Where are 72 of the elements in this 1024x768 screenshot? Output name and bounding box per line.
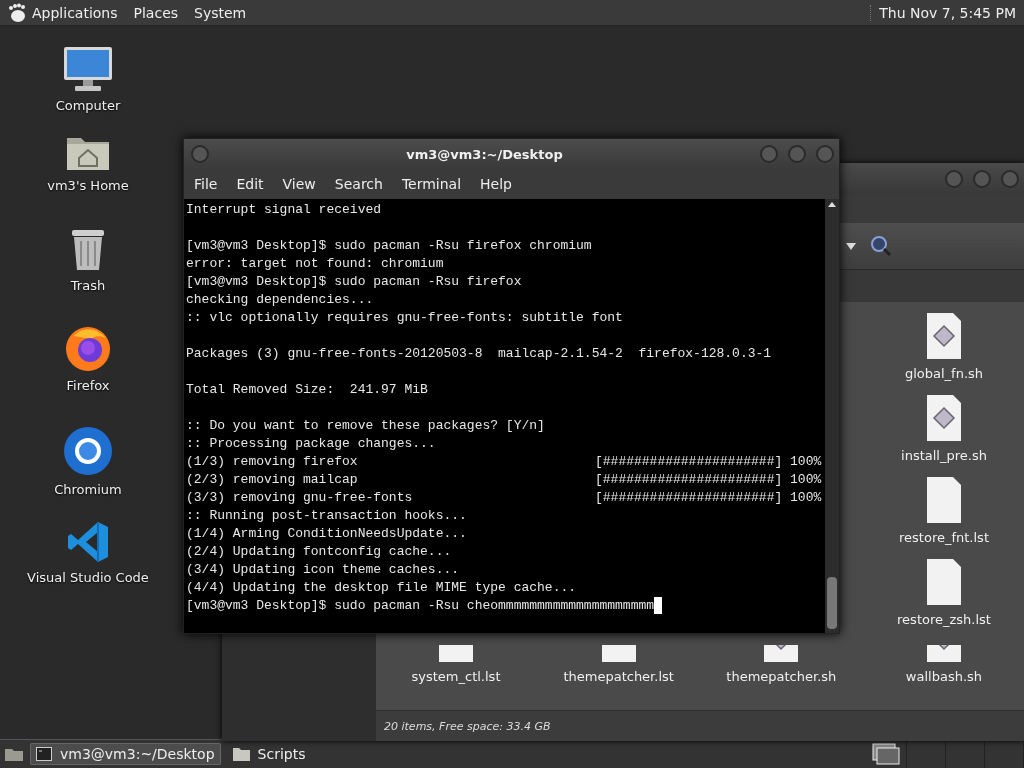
terminal-line: Interrupt signal received <box>186 201 382 219</box>
terminal-line: :: Do you want to remove these packages? [Y/n] <box>186 417 545 435</box>
file-name[interactable]: install_pre.sh <box>901 448 987 463</box>
desktop-icon-label[interactable]: Visual Studio Code <box>27 570 149 585</box>
workspace-switcher-icon[interactable] <box>872 743 900 765</box>
file-name[interactable]: restore_zsh.lst <box>897 612 991 627</box>
menu-item[interactable]: Help <box>480 176 512 192</box>
terminal-prompt-line[interactable]: [vm3@vm3 Desktop]$ sudo pacman -Rsu cheommmmmmmmmmmmmmmmmmmm <box>186 597 655 615</box>
menu-item[interactable]: View <box>282 176 316 192</box>
script-file-icon[interactable] <box>762 645 801 663</box>
desktop-icon-label[interactable]: Chromium <box>54 482 122 497</box>
terminal-line: (4/4) Updating the desktop file MIME type cache... <box>186 579 577 597</box>
progress-bar-text: [######################] 100% <box>595 471 822 489</box>
file-name[interactable]: system_ctl.lst <box>411 669 501 684</box>
menu-item[interactable]: Search <box>334 176 383 192</box>
terminal-line: Total Removed Size: 241.97 MiB <box>186 381 428 399</box>
terminal-line: checking dependencies... <box>186 291 374 309</box>
script-file-icon[interactable] <box>924 645 963 663</box>
file-name[interactable]: themepatcher.lst <box>563 669 674 684</box>
terminal-line: :: Running post-transaction hooks... <box>186 507 467 525</box>
desktop-icon-label[interactable]: vm3's Home <box>47 178 129 193</box>
chromium-logo-icon[interactable] <box>63 426 113 476</box>
panel-menu[interactable]: System <box>194 4 247 21</box>
text-file-icon[interactable] <box>925 558 963 606</box>
script-file-icon[interactable] <box>925 312 963 360</box>
file-name[interactable]: themepatcher.sh <box>726 669 837 684</box>
text-file-icon[interactable] <box>599 645 638 663</box>
code-editor-logo-icon[interactable] <box>66 520 110 564</box>
foot-logo-icon[interactable] <box>8 2 26 23</box>
file-name[interactable]: restore_fnt.lst <box>899 530 989 545</box>
terminal-line: [vm3@vm3 Desktop]$ sudo pacman -Rsu firefox chromium <box>186 237 592 255</box>
firefox-logo-icon[interactable] <box>64 324 112 372</box>
computer-monitor-icon[interactable] <box>63 46 113 92</box>
terminal-line: (3/3) removing gnu-free-fonts <box>186 489 414 507</box>
desktop-icon-label[interactable]: Firefox <box>66 378 110 393</box>
terminal-line: (3/4) Updating icon theme caches... <box>186 561 460 579</box>
menu-item[interactable]: File <box>194 176 218 192</box>
search-icon[interactable] <box>870 235 892 257</box>
desktop-icon-label[interactable]: Computer <box>55 98 121 113</box>
terminal-icon <box>36 747 52 761</box>
panel-menu[interactable]: Applications <box>32 4 118 21</box>
progress-bar-text: [######################] 100% <box>595 453 822 471</box>
terminal-line: (2/3) removing mailcap <box>186 471 359 489</box>
text-file-icon[interactable] <box>437 645 475 663</box>
file-name[interactable]: wallbash.sh <box>905 669 983 684</box>
folder-icon <box>232 747 250 761</box>
status-text: 20 items, Free space: 33.4 GB <box>384 719 551 733</box>
panel-clock[interactable]: Thu Nov 7, 5:45 PM <box>870 4 1016 21</box>
terminal-line: (1/4) Arming ConditionNeedsUpdate... <box>186 525 467 543</box>
script-file-icon[interactable] <box>925 394 963 442</box>
terminal-line: error: target not found: chromium <box>186 255 444 273</box>
terminal-line: :: vlc optionally requires gnu-free-fonts: subtitle font <box>186 309 623 327</box>
scrollbar[interactable] <box>825 199 839 633</box>
menu-item[interactable]: Edit <box>236 176 264 192</box>
show-desktop-icon[interactable] <box>4 746 24 762</box>
text-file-icon[interactable] <box>925 476 963 524</box>
menu-item[interactable]: Terminal <box>401 176 462 192</box>
terminal-line: (2/4) Updating fontconfig cache... <box>186 543 452 561</box>
desktop-icon-label[interactable]: Trash <box>70 278 106 293</box>
terminal-line: Packages (3) gnu-free-fonts-20120503-8 mailcap-2.1.54-2 firefox-128.0.3-1 <box>186 345 772 363</box>
terminal-line: :: Processing package changes... <box>186 435 436 453</box>
dropdown-caret-icon[interactable] <box>846 242 856 250</box>
taskbar-button[interactable]: Scripts <box>226 743 312 765</box>
terminal-line: (1/3) removing firefox <box>186 453 359 471</box>
file-name[interactable]: global_fn.sh <box>904 366 984 381</box>
taskbar-button[interactable]: vm3@vm3:~/Desktop <box>30 743 221 765</box>
progress-bar-text: [######################] 100% <box>595 489 822 507</box>
window-title: vm3@vm3:~/Desktop <box>406 146 563 162</box>
text-cursor <box>654 597 663 614</box>
trash-can-icon[interactable] <box>69 228 107 272</box>
panel-menu[interactable]: Places <box>133 4 179 21</box>
terminal-line: [vm3@vm3 Desktop]$ sudo pacman -Rsu firefox <box>186 273 522 291</box>
